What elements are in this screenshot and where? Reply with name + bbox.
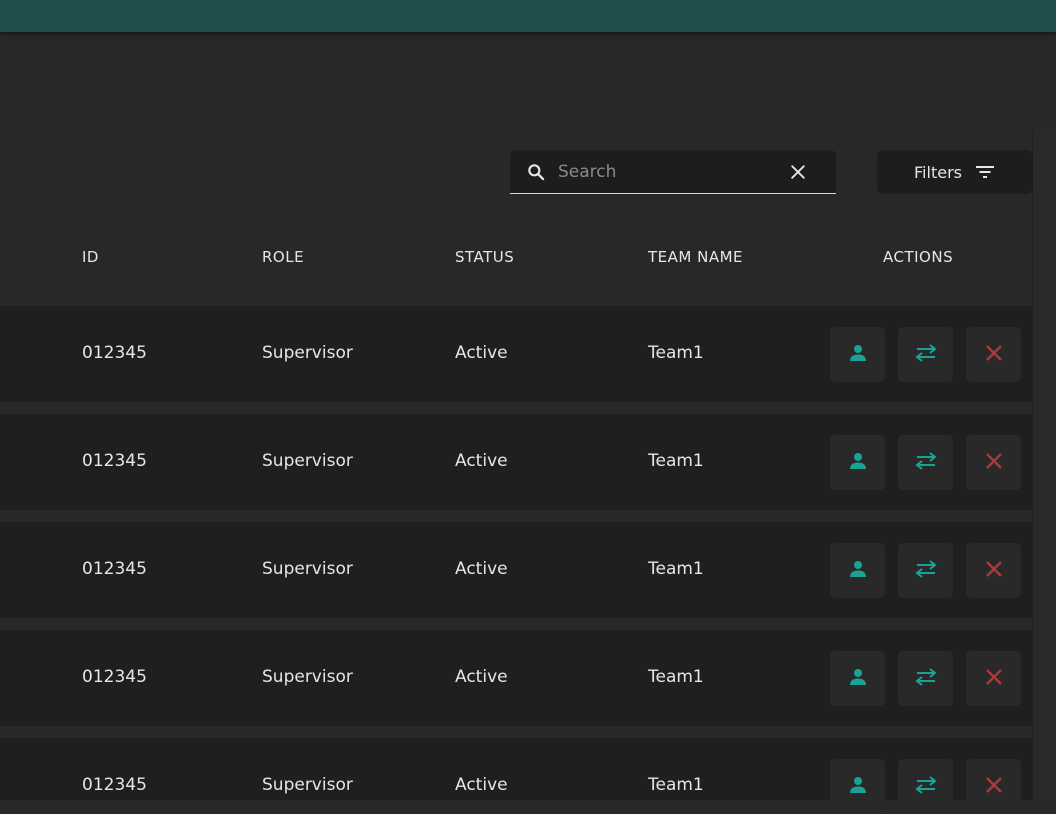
view-user-button[interactable] (830, 759, 885, 814)
person-icon (846, 773, 870, 801)
swap-icon (914, 341, 938, 369)
cell-id: 012345 (82, 667, 147, 687)
cell-team-name: Team1 (648, 775, 704, 795)
column-header-id[interactable]: ID (82, 248, 99, 266)
cell-id: 012345 (82, 451, 147, 471)
cell-role: Supervisor (262, 559, 353, 579)
table-row: 012345 Supervisor Active Team1 (0, 738, 1032, 814)
view-user-button[interactable] (830, 327, 885, 382)
close-icon[interactable] (788, 162, 808, 182)
close-icon (982, 557, 1006, 585)
person-icon (846, 341, 870, 369)
remove-button[interactable] (966, 327, 1021, 382)
transfer-button[interactable] (898, 651, 953, 706)
close-icon (982, 665, 1006, 693)
swap-icon (914, 665, 938, 693)
view-user-button[interactable] (830, 651, 885, 706)
filters-button[interactable]: Filters (877, 150, 1033, 194)
cell-team-name: Team1 (648, 343, 704, 363)
search-input[interactable] (558, 156, 778, 188)
table-row: 012345 Supervisor Active Team1 (0, 414, 1032, 510)
cell-id: 012345 (82, 343, 147, 363)
cell-status: Active (455, 451, 508, 471)
table-row: 012345 Supervisor Active Team1 (0, 630, 1032, 726)
swap-icon (914, 449, 938, 477)
transfer-button[interactable] (898, 759, 953, 814)
table-header: ID ROLE STATUS TEAM NAME ACTIONS (0, 230, 1032, 286)
column-header-status[interactable]: STATUS (455, 248, 514, 266)
cell-status: Active (455, 667, 508, 687)
person-icon (846, 665, 870, 693)
column-header-team-name[interactable]: TEAM NAME (648, 248, 743, 266)
cell-team-name: Team1 (648, 667, 704, 687)
search-icon (526, 162, 546, 182)
cell-role: Supervisor (262, 775, 353, 795)
remove-button[interactable] (966, 435, 1021, 490)
transfer-button[interactable] (898, 435, 953, 490)
top-app-bar (0, 0, 1056, 32)
cell-status: Active (455, 775, 508, 795)
cell-id: 012345 (82, 775, 147, 795)
cell-team-name: Team1 (648, 559, 704, 579)
table-row: 012345 Supervisor Active Team1 (0, 522, 1032, 618)
cell-status: Active (455, 559, 508, 579)
column-header-actions: ACTIONS (883, 248, 954, 266)
cell-role: Supervisor (262, 343, 353, 363)
view-user-button[interactable] (830, 435, 885, 490)
close-icon (982, 341, 1006, 369)
transfer-button[interactable] (898, 543, 953, 598)
table-scrollbar[interactable] (1032, 130, 1056, 800)
filter-list-icon (974, 164, 996, 180)
close-icon (982, 773, 1006, 801)
swap-icon (914, 773, 938, 801)
remove-button[interactable] (966, 651, 1021, 706)
cell-role: Supervisor (262, 451, 353, 471)
close-icon (982, 449, 1006, 477)
person-icon (846, 557, 870, 585)
cell-id: 012345 (82, 559, 147, 579)
view-user-button[interactable] (830, 543, 885, 598)
column-header-role[interactable]: ROLE (262, 248, 304, 266)
table-row: 012345 Supervisor Active Team1 (0, 306, 1032, 402)
search-field[interactable] (510, 150, 836, 194)
cell-role: Supervisor (262, 667, 353, 687)
person-icon (846, 449, 870, 477)
filters-label: Filters (914, 162, 962, 182)
remove-button[interactable] (966, 543, 1021, 598)
swap-icon (914, 557, 938, 585)
cell-team-name: Team1 (648, 451, 704, 471)
cell-status: Active (455, 343, 508, 363)
transfer-button[interactable] (898, 327, 953, 382)
remove-button[interactable] (966, 759, 1021, 814)
